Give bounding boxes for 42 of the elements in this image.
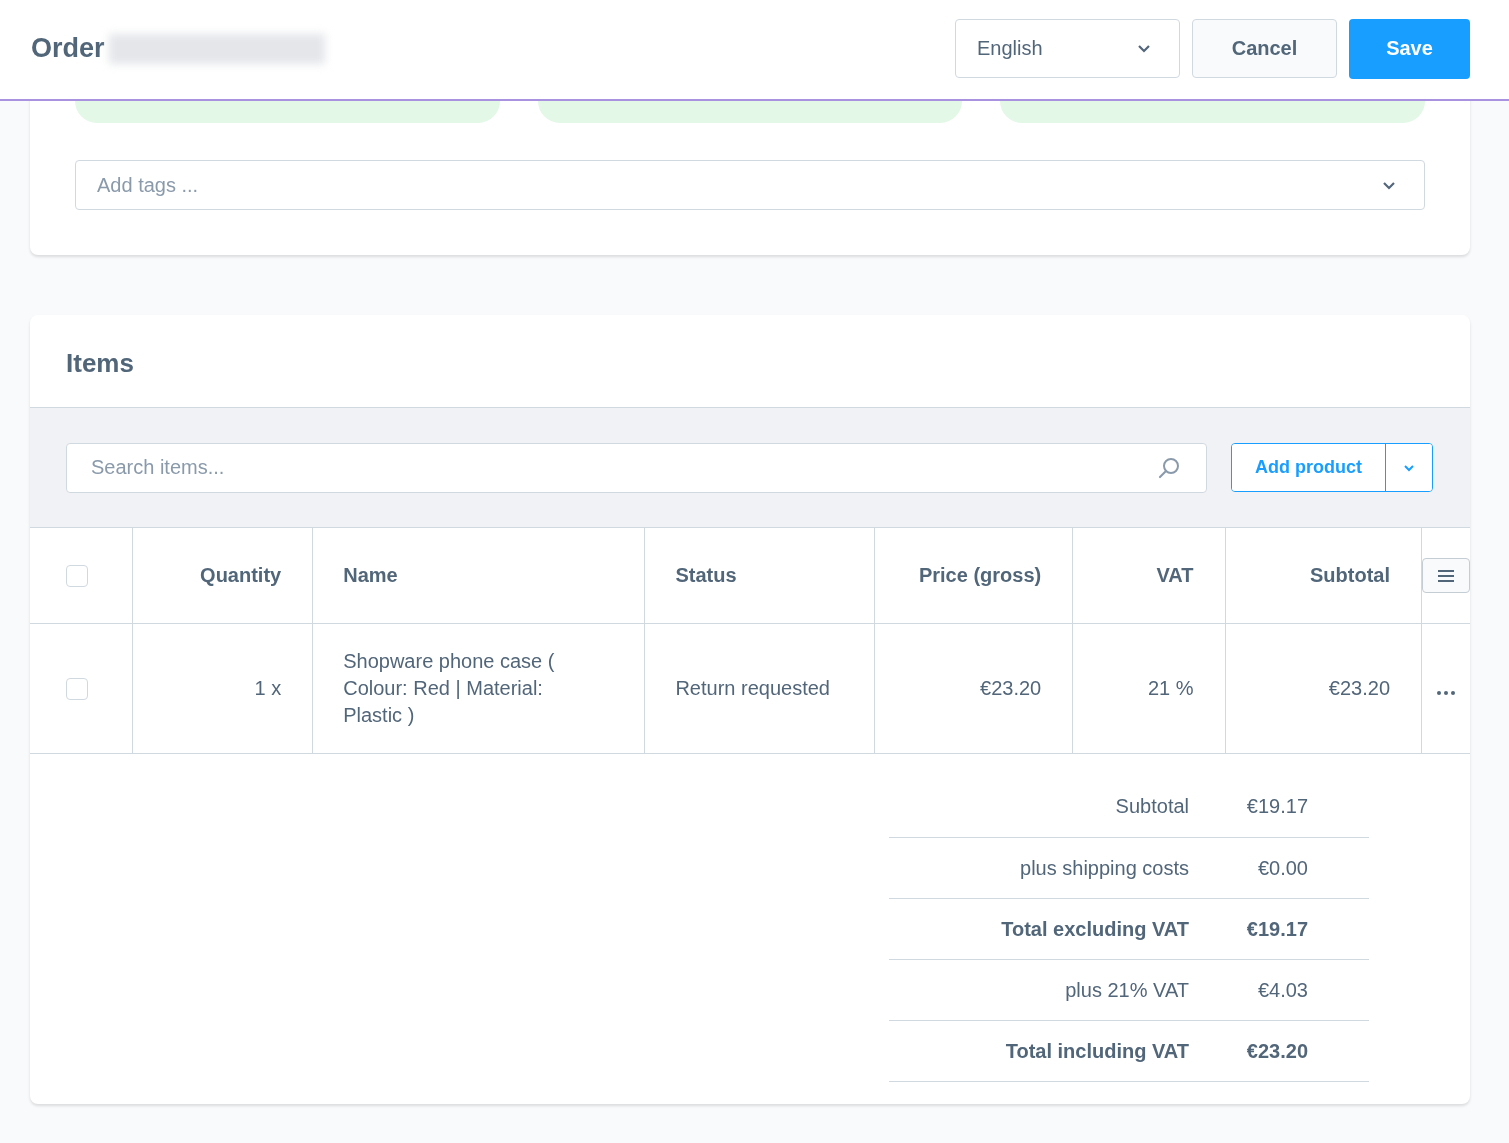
menu-button[interactable] <box>1422 558 1470 593</box>
add-product-button[interactable]: Add product <box>1232 444 1386 491</box>
summary-value: €19.17 <box>1245 917 1309 941</box>
more-icon[interactable] <box>1436 691 1456 695</box>
chevron-down-icon <box>1137 43 1151 53</box>
column-header: Name <box>343 564 398 586</box>
summary-label: Total excluding VAT <box>1001 917 1189 941</box>
summary-value: €0.00 <box>1256 856 1309 880</box>
summary-label: Subtotal <box>1115 795 1189 818</box>
summary-value: €23.20 <box>1245 1039 1309 1063</box>
cancel-button[interactable]: Cancel <box>1192 18 1337 78</box>
page-title: Order <box>31 33 105 64</box>
table-cell: €23.20 <box>1328 677 1390 699</box>
chevron-down-icon <box>1403 463 1415 472</box>
summary-value: €19.17 <box>1245 795 1309 818</box>
chevron-down-icon <box>1382 180 1396 190</box>
search-field[interactable]: Search items... <box>66 442 1207 493</box>
column-header: Price (gross) <box>918 564 1042 586</box>
checkbox[interactable] <box>66 564 88 587</box>
column-header: Subtotal <box>1310 564 1390 586</box>
table-cell: 1 x <box>254 677 282 699</box>
column-header: Status <box>675 564 737 586</box>
status-pill[interactable] <box>75 101 500 123</box>
search-icon <box>1157 455 1181 480</box>
save-button[interactable]: Save <box>1349 18 1470 79</box>
table-cell: €23.20 <box>980 677 1042 699</box>
menu-icon <box>1437 568 1455 583</box>
checkbox[interactable] <box>66 677 88 700</box>
table-cell: Return requested <box>675 677 830 699</box>
status-pill[interactable] <box>1000 101 1425 123</box>
tags-field[interactable]: Add tags ... <box>75 160 1425 210</box>
summary-label: plus 21% VAT <box>1065 978 1189 1002</box>
column-header: VAT <box>1156 564 1194 586</box>
status-pill[interactable] <box>537 101 963 123</box>
dropdown-button[interactable] <box>1386 444 1432 491</box>
summary-label: Total including VAT <box>1005 1039 1189 1063</box>
table-cell: 21 % <box>1147 677 1194 699</box>
language-select[interactable]: English <box>955 18 1180 78</box>
column-header: Quantity <box>200 564 282 586</box>
summary-label: plus shipping costs <box>1020 856 1189 880</box>
summary-value: €4.03 <box>1256 978 1309 1002</box>
table-cell-text: Shopware phone case ( Colour: Red | Material: Plastic ) <box>343 649 556 728</box>
